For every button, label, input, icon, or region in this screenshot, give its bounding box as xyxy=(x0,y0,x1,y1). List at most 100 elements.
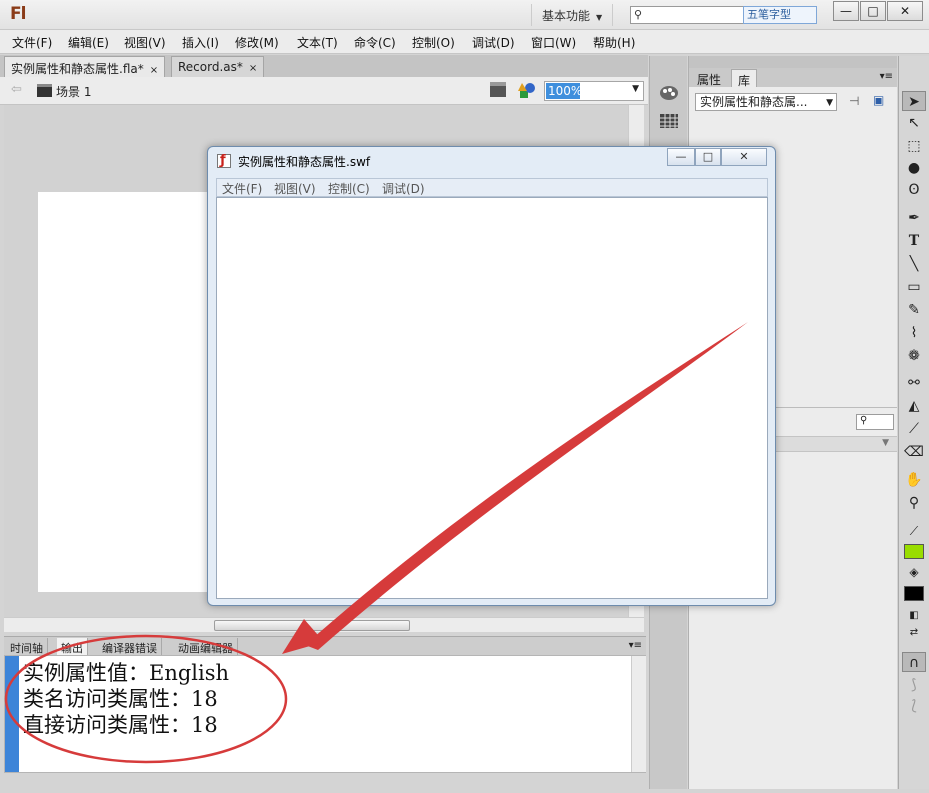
library-document-select[interactable]: 实例属性和静态属... ▼ xyxy=(695,93,837,111)
swf-menu-control[interactable]: 控制(C) xyxy=(328,180,370,197)
swf-menu-bar: 文件(F) 视图(V) 控制(C) 调试(D) xyxy=(216,178,768,197)
fill-color-swatch[interactable] xyxy=(904,586,924,601)
app-logo: Fl xyxy=(10,4,26,24)
close-icon[interactable]: × xyxy=(150,65,158,76)
maximize-button[interactable]: □ xyxy=(860,1,886,21)
menu-text[interactable]: 文本(T) xyxy=(297,34,338,51)
maximize-button[interactable]: □ xyxy=(695,148,721,166)
right-panel-tabs: 属性 库 ▾≡ xyxy=(689,68,897,88)
back-arrow-icon[interactable]: ⇦ xyxy=(11,82,22,97)
menu-bar: 文件(F) 编辑(E) 视图(V) 插入(I) 修改(M) 文本(T) 命令(C… xyxy=(0,30,929,54)
stroke-color-icon: ⟋ xyxy=(909,524,919,538)
swf-player-window[interactable]: ƒ 实例属性和静态属性.swf — □ ✕ 文件(F) 视图(V) 控制(C) … xyxy=(207,146,776,606)
menu-view[interactable]: 视图(V) xyxy=(124,34,166,51)
menu-control[interactable]: 控制(O) xyxy=(412,34,455,51)
brush-tool-icon[interactable]: ⌇ xyxy=(902,323,926,343)
swf-menu-file[interactable]: 文件(F) xyxy=(222,180,262,197)
library-select-value: 实例属性和静态属... xyxy=(700,95,808,109)
swf-menu-view[interactable]: 视图(V) xyxy=(274,180,316,197)
pin-icon[interactable]: ⊣ xyxy=(849,94,859,108)
output-line: 直接访问类属性：18 xyxy=(23,713,218,737)
output-panel[interactable]: 实例属性值：English 类名访问类属性：18 直接访问类属性：18 xyxy=(4,655,646,773)
search-icon: ⚲ xyxy=(860,415,868,426)
workspace-switcher[interactable]: 基本功能 ▼ xyxy=(531,4,614,26)
3d-rotation-tool-icon[interactable]: ● xyxy=(902,158,926,178)
tab-properties[interactable]: 属性 xyxy=(691,69,727,87)
flash-player-icon: ƒ xyxy=(217,153,231,168)
menu-commands[interactable]: 命令(C) xyxy=(354,34,396,51)
menu-insert[interactable]: 插入(I) xyxy=(182,34,219,51)
straighten-icon[interactable]: ⟅ xyxy=(902,696,926,716)
zoom-value: 100% xyxy=(546,83,583,99)
panel-menu-icon[interactable]: ▾≡ xyxy=(880,71,893,82)
palette-icon[interactable] xyxy=(658,84,680,102)
lasso-tool-icon[interactable]: ʘ xyxy=(902,180,926,200)
pencil-tool-icon[interactable]: ✎ xyxy=(902,300,926,320)
output-gutter xyxy=(5,656,19,772)
hand-tool-icon[interactable]: ✋ xyxy=(902,470,926,490)
tab-motion-editor[interactable]: 动画编辑器 xyxy=(174,638,238,656)
ime-status-badge[interactable]: 五笔字型 xyxy=(743,6,817,24)
minimize-button[interactable]: — xyxy=(833,1,859,21)
eyedropper-tool-icon[interactable]: ⟋ xyxy=(902,419,926,439)
grid-icon[interactable] xyxy=(658,112,680,130)
pen-tool-icon[interactable]: ✒ xyxy=(902,208,926,228)
zoom-select[interactable]: 100% ▼ xyxy=(544,81,644,101)
minimize-button[interactable]: — xyxy=(667,148,695,166)
tab-library[interactable]: 库 xyxy=(731,69,758,88)
paint-bucket-tool-icon[interactable]: ◭ xyxy=(902,396,926,416)
panel-grip[interactable] xyxy=(689,56,897,68)
swf-menu-debug[interactable]: 调试(D) xyxy=(382,180,425,197)
eraser-tool-icon[interactable]: ⌫ xyxy=(902,442,926,462)
subselection-tool-icon[interactable]: ↖ xyxy=(902,113,926,133)
rectangle-tool-icon[interactable]: ▭ xyxy=(902,277,926,297)
zoom-tool-icon[interactable]: ⚲ xyxy=(902,493,926,513)
deco-tool-icon[interactable]: ❁ xyxy=(902,346,926,366)
close-button[interactable]: ✕ xyxy=(887,1,923,21)
search-icon: ⚲ xyxy=(634,8,643,21)
library-search-input[interactable]: ⚲ xyxy=(856,414,894,430)
menu-help[interactable]: 帮助(H) xyxy=(593,34,635,51)
workspace-label: 基本功能 xyxy=(542,9,591,23)
edit-scene-icon[interactable] xyxy=(490,82,506,97)
close-icon[interactable]: × xyxy=(249,63,257,74)
tab-label: 实例属性和静态属性.fla* xyxy=(11,62,144,76)
tab-fla-document[interactable]: 实例属性和静态属性.fla* × xyxy=(4,56,166,77)
swf-window-title: 实例属性和静态属性.swf xyxy=(238,155,371,169)
menu-modify[interactable]: 修改(M) xyxy=(235,34,279,51)
stroke-color-swatch[interactable] xyxy=(904,544,924,559)
chevron-down-icon: ▼ xyxy=(826,98,833,108)
tab-timeline[interactable]: 时间轴 xyxy=(6,638,48,656)
scrollbar-thumb[interactable] xyxy=(214,620,410,631)
output-scrollbar[interactable] xyxy=(631,656,646,772)
title-bar: Fl 基本功能 ▼ ⚲ 五笔字型 — □ ✕ xyxy=(0,0,929,30)
tab-compiler-errors[interactable]: 编译器错误 xyxy=(98,638,162,656)
snap-magnet-icon[interactable]: ∩ xyxy=(902,652,926,672)
document-tabs: 实例属性和静态属性.fla* × Record.as* × xyxy=(0,55,648,77)
chevron-down-icon[interactable]: ▼ xyxy=(882,438,889,448)
smooth-icon[interactable]: ⟆ xyxy=(902,675,926,695)
selection-tool-icon[interactable]: ➤ xyxy=(902,91,926,111)
swf-content-area[interactable] xyxy=(216,197,768,599)
edit-symbol-icon[interactable] xyxy=(518,81,536,99)
stage-canvas[interactable] xyxy=(38,192,210,592)
panel-menu-icon[interactable]: ▾≡ xyxy=(629,640,642,651)
menu-edit[interactable]: 编辑(E) xyxy=(68,34,109,51)
new-library-icon[interactable]: ▣ xyxy=(873,93,884,107)
menu-debug[interactable]: 调试(D) xyxy=(472,34,515,51)
swap-colors-icon[interactable]: ⇄ xyxy=(902,623,926,643)
text-tool-icon[interactable]: T xyxy=(902,231,926,251)
close-button[interactable]: ✕ xyxy=(721,148,767,166)
free-transform-tool-icon[interactable]: ⬚ xyxy=(902,136,926,156)
panel-tabs: 时间轴 输出 编译器错误 动画编辑器 ▾≡ xyxy=(4,636,646,656)
scene-bar: ⇦ 场景 1 100% ▼ xyxy=(0,77,648,105)
menu-window[interactable]: 窗口(W) xyxy=(531,34,576,51)
stage-horizontal-scrollbar[interactable] xyxy=(4,617,644,632)
tab-output[interactable]: 输出 xyxy=(57,638,88,656)
clapperboard-icon xyxy=(37,84,52,97)
tools-panel: ➤ ↖ ⬚ ● ʘ ✒ T ╲ ▭ ✎ ⌇ ❁ ⚯ ◭ ⟋ ⌫ ✋ ⚲ ⟋ ◈ … xyxy=(898,56,929,789)
menu-file[interactable]: 文件(F) xyxy=(12,34,52,51)
bone-tool-icon[interactable]: ⚯ xyxy=(902,373,926,393)
line-tool-icon[interactable]: ╲ xyxy=(902,254,926,274)
tab-record-as[interactable]: Record.as* × xyxy=(171,56,265,77)
